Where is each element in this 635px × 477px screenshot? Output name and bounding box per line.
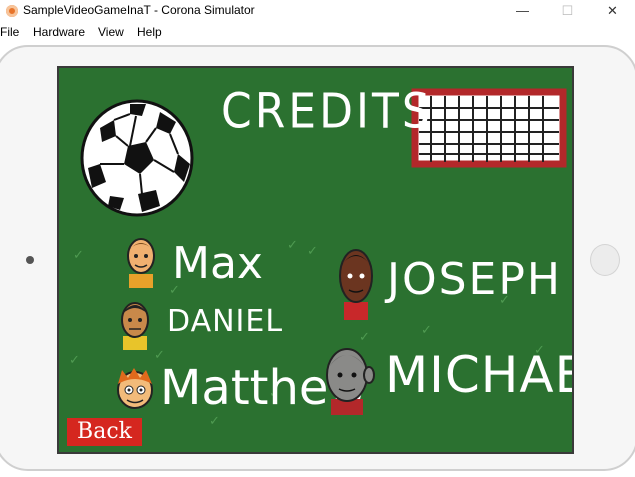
menu-view[interactable]: View <box>98 25 124 39</box>
device-camera-dot <box>26 256 34 264</box>
credits-heading: CREDITS <box>221 83 433 140</box>
close-button[interactable]: ✕ <box>590 0 635 22</box>
max-avatar <box>127 238 155 288</box>
credit-name-daniel: DANIEL <box>167 304 284 339</box>
soccer-ball-icon <box>80 99 194 217</box>
joseph-avatar <box>339 249 373 320</box>
back-button[interactable]: Back <box>67 418 142 446</box>
window-title: SampleVideoGameInaT - Corona Simulator <box>23 3 255 17</box>
menu-hardware[interactable]: Hardware <box>33 25 85 39</box>
michael-avatar <box>326 348 375 415</box>
grass-mark: ✓ <box>287 238 298 253</box>
daniel-avatar <box>121 302 149 350</box>
game-screen: ✓ ✓ ✓ ✓ ✓ ✓ ✓ ✓ ✓ ✓ ✓ ✓ CREDITS Max DANI… <box>59 68 572 452</box>
grass-mark: ✓ <box>421 323 432 338</box>
menu-help[interactable]: Help <box>137 25 162 39</box>
corona-app-icon <box>6 5 18 17</box>
credit-name-michael: MICHAEL <box>385 346 572 404</box>
device-home-button[interactable] <box>590 244 620 276</box>
menu-file[interactable]: File <box>0 25 19 39</box>
grass-mark: ✓ <box>73 248 84 263</box>
grass-mark: ✓ <box>69 353 80 368</box>
grass-mark: ✓ <box>307 244 318 259</box>
minimize-button[interactable]: — <box>500 0 545 22</box>
grass-mark: ✓ <box>209 414 220 429</box>
menu-bar: File Hardware View Help <box>0 22 635 42</box>
matthew-avatar <box>117 368 153 409</box>
title-bar: SampleVideoGameInaT - Corona Simulator —… <box>0 0 635 22</box>
credit-name-joseph: JOSEPH <box>387 254 562 305</box>
soccer-goal-icon <box>411 88 567 168</box>
maximize-button[interactable]: ☐ <box>545 0 590 22</box>
credit-name-max: Max <box>172 238 263 289</box>
